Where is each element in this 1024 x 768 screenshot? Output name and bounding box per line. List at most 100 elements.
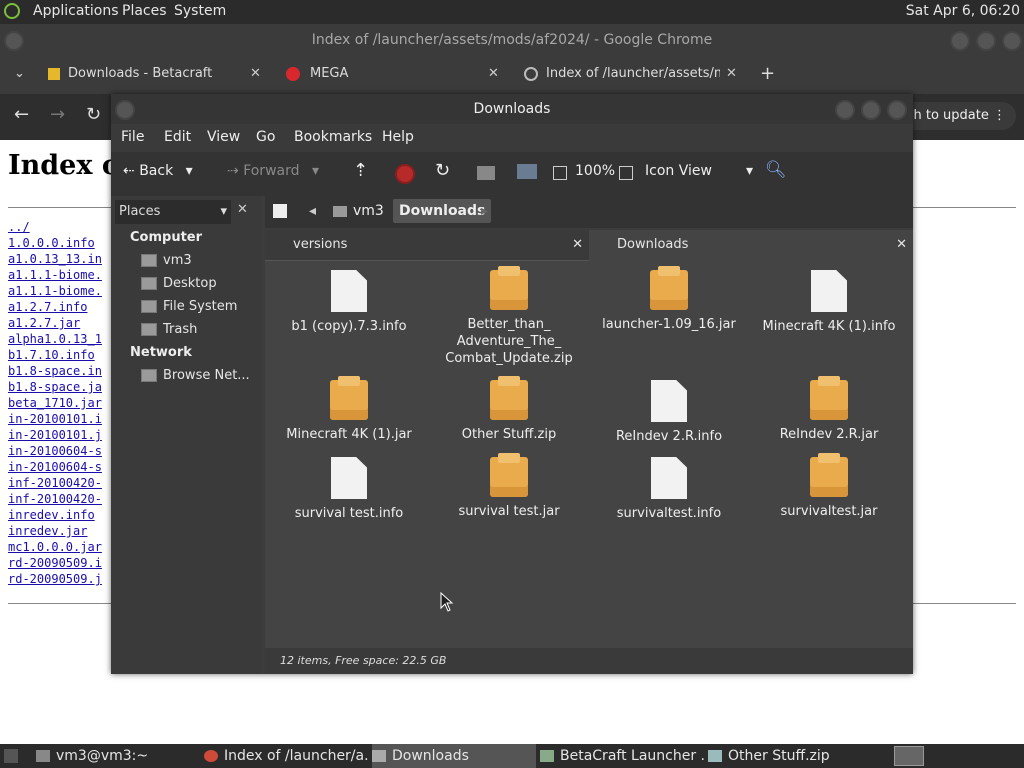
directory-link[interactable]: b1.8-space.in (8, 363, 102, 379)
file-item[interactable]: Minecraft 4K (1).info (749, 270, 909, 335)
places-menu[interactable]: Places (122, 3, 167, 19)
reload-icon[interactable]: ↻ (435, 160, 450, 181)
task-other-stuff[interactable]: Other Stuff.zip (708, 744, 868, 768)
computer-icon[interactable] (517, 164, 537, 179)
file-item[interactable]: survival test.info (269, 457, 429, 522)
home-icon[interactable] (477, 166, 495, 180)
directory-link[interactable]: alpha1.0.13_1 (8, 331, 102, 347)
close-tab-icon[interactable]: ✕ (250, 56, 261, 92)
close-tab-icon[interactable]: ✕ (572, 230, 583, 260)
directory-link[interactable]: in-20100101.j (8, 427, 102, 443)
zoom-in-icon[interactable] (619, 166, 633, 180)
file-item[interactable]: Minecraft 4K (1).jar (269, 376, 429, 443)
file-item[interactable]: Better_than_ Adventure_The_ Combat_Updat… (429, 266, 589, 367)
close-icon[interactable] (1002, 31, 1022, 51)
view-mode-select[interactable]: Icon View ▾ (645, 163, 753, 179)
tab-downloads-betacraft[interactable]: Downloads - Betacraft (48, 56, 248, 92)
directory-link[interactable]: mc1.0.0.0.jar (8, 539, 102, 555)
directory-link[interactable]: in-20100604-s (8, 459, 102, 475)
directory-link[interactable]: a1.2.7.info (8, 299, 102, 315)
path-left-arrow-icon[interactable]: ◂ (309, 203, 316, 219)
task-downloads[interactable]: Downloads (372, 744, 536, 768)
sidebar-item[interactable]: Browse Net... (141, 368, 250, 383)
more-menu-icon: ⋮ (993, 108, 1006, 123)
file-item[interactable]: b1 (copy).7.3.info (269, 270, 429, 335)
file-item[interactable]: ReIndev 2.R.info (589, 380, 749, 445)
applications-menu[interactable]: Applications (33, 3, 119, 19)
forward-arrow-icon[interactable]: → (50, 104, 65, 125)
menu-view[interactable]: View (207, 129, 240, 145)
file-item[interactable]: survival test.jar (429, 453, 589, 520)
menu-edit[interactable]: Edit (164, 129, 191, 145)
menu-help[interactable]: Help (382, 129, 414, 145)
directory-link[interactable]: a1.0.13_13.in (8, 251, 102, 267)
clock[interactable]: Sat Apr 6, 06:20 (906, 3, 1020, 19)
path-button-downloads[interactable]: Downloads (393, 199, 492, 223)
window-menu-icon[interactable] (4, 31, 24, 51)
directory-link[interactable]: rd-20090509.j (8, 571, 102, 587)
directory-link[interactable]: 1.0.0.0.info (8, 235, 102, 251)
directory-link[interactable]: inf-20100420- (8, 475, 102, 491)
reload-icon[interactable]: ↻ (86, 104, 101, 125)
directory-link[interactable]: a1.1.1-biome. (8, 283, 102, 299)
forward-button[interactable]: ⇢ Forward ▾ (227, 163, 319, 179)
stop-icon[interactable] (395, 164, 415, 184)
window-menu-icon[interactable] (115, 100, 135, 120)
directory-link[interactable]: a1.2.7.jar (8, 315, 102, 331)
file-item[interactable]: survivaltest.info (589, 457, 749, 522)
file-item[interactable]: Other Stuff.zip (429, 376, 589, 443)
back-button[interactable]: ⇠ Back ▾ (123, 163, 193, 179)
file-item[interactable]: survivaltest.jar (749, 453, 909, 520)
directory-link[interactable]: a1.1.1-biome. (8, 267, 102, 283)
task-betacraft[interactable]: BetaCraft Launcher ... (540, 744, 706, 768)
sidebar-item[interactable]: Trash (141, 322, 197, 337)
menu-file[interactable]: File (121, 129, 144, 145)
menu-go[interactable]: Go (256, 129, 275, 145)
directory-link[interactable]: inredev.info (8, 507, 102, 523)
menu-bookmarks[interactable]: Bookmarks (294, 129, 372, 145)
directory-link[interactable]: inf-20100420- (8, 491, 102, 507)
search-icon[interactable]: 🔍︎ (765, 160, 787, 180)
file-item[interactable]: launcher-1.09_16.jar (589, 266, 749, 333)
close-tab-icon[interactable]: ✕ (488, 56, 499, 92)
close-sidebar-icon[interactable]: ✕ (237, 202, 248, 217)
maximize-icon[interactable] (976, 31, 996, 51)
distro-logo-icon[interactable] (4, 3, 20, 19)
back-arrow-icon[interactable]: ← (14, 104, 29, 125)
zoom-out-icon[interactable] (553, 166, 567, 180)
tab-index-of[interactable]: Index of /launcher/assets/mo (524, 56, 720, 92)
system-menu[interactable]: System (174, 3, 226, 19)
path-right-arrow-icon[interactable]: ▸ (481, 203, 488, 219)
close-tab-icon[interactable]: ✕ (726, 56, 737, 92)
edit-location-icon[interactable] (273, 204, 287, 218)
sidebar-item[interactable]: File System (141, 299, 237, 314)
workspace-switcher[interactable] (894, 746, 924, 766)
up-icon[interactable]: ⇡ (353, 160, 368, 181)
directory-link[interactable]: ../ (8, 219, 102, 235)
task-terminal[interactable]: vm3@vm3:~ (36, 744, 201, 768)
close-icon[interactable] (887, 100, 907, 120)
places-combo[interactable]: Places ▾ (115, 200, 231, 224)
tab-search-chevron-icon[interactable]: ⌄ (14, 56, 25, 92)
content-tab-versions[interactable]: versions ✕ (265, 230, 589, 261)
directory-link[interactable]: b1.8-space.ja (8, 379, 102, 395)
directory-link[interactable]: in-20100101.i (8, 411, 102, 427)
sidebar-item[interactable]: vm3 (141, 253, 192, 268)
tab-mega[interactable]: MEGA (286, 56, 486, 92)
task-chrome[interactable]: Index of /launcher/a... (204, 744, 370, 768)
file-item[interactable]: ReIndev 2.R.jar (749, 376, 909, 443)
directory-link[interactable]: beta_1710.jar (8, 395, 102, 411)
sidebar-item[interactable]: Desktop (141, 276, 217, 291)
content-tab-downloads[interactable]: Downloads ✕ (589, 230, 913, 260)
close-tab-icon[interactable]: ✕ (896, 230, 907, 260)
minimize-icon[interactable] (950, 31, 970, 51)
minimize-icon[interactable] (835, 100, 855, 120)
maximize-icon[interactable] (861, 100, 881, 120)
new-tab-button[interactable]: + (760, 56, 775, 92)
directory-link[interactable]: inredev.jar (8, 523, 102, 539)
show-desktop-icon[interactable] (4, 749, 18, 763)
directory-link[interactable]: b1.7.10.info (8, 347, 102, 363)
directory-link[interactable]: rd-20090509.i (8, 555, 102, 571)
path-button-vm3[interactable]: vm3 (333, 203, 384, 219)
directory-link[interactable]: in-20100604-s (8, 443, 102, 459)
